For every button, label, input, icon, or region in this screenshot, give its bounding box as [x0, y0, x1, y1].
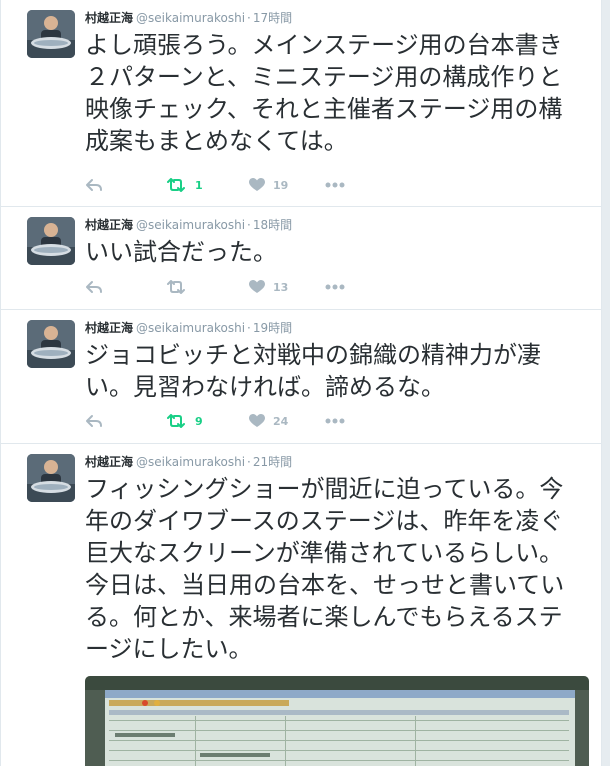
- heart-icon: [249, 280, 265, 293]
- tweet-actions: 1 19: [85, 175, 385, 195]
- like-count: 19: [273, 178, 289, 192]
- author-handle[interactable]: @seikaimurakoshi: [136, 11, 245, 25]
- tweet-photo[interactable]: [85, 676, 589, 766]
- tweet-time[interactable]: 17時間: [253, 11, 292, 25]
- like-count: 13: [273, 280, 289, 294]
- tweet[interactable]: 村越正海 @seikaimurakoshi · 21時間 フィッシングショーが間近に迫…: [1, 444, 601, 766]
- reply-button[interactable]: [85, 411, 103, 431]
- time-separator: ·: [247, 455, 251, 469]
- reply-icon: [86, 281, 102, 293]
- time-separator: ·: [247, 11, 251, 25]
- retweet-button[interactable]: [165, 277, 187, 297]
- author-name[interactable]: 村越正海: [85, 455, 133, 469]
- tweet-text: よし頑張ろう。メインステージ用の台本書き２パターンと、ミニステージ用の構成作りと…: [85, 31, 563, 155]
- tweet-content: 村越正海 @seikaimurakoshi · 19時間 ジョコビッチと対戦中の錦織の…: [85, 319, 583, 403]
- tweet-header: 村越正海 @seikaimurakoshi · 18時間: [85, 216, 583, 234]
- tweet-time[interactable]: 21時間: [253, 455, 292, 469]
- author-handle[interactable]: @seikaimurakoshi: [136, 321, 245, 335]
- more-icon: [325, 418, 345, 424]
- retweet-button[interactable]: 1: [165, 175, 203, 195]
- tweet-text: フィッシングショーが間近に迫っている。今年のダイワブースのステージは、昨年を凌ぐ…: [85, 475, 565, 663]
- reply-icon: [86, 179, 102, 191]
- time-separator: ·: [247, 321, 251, 335]
- tweet-header: 村越正海 @seikaimurakoshi · 19時間: [85, 319, 583, 337]
- tweet-actions: 13: [85, 277, 385, 297]
- like-count: 24: [273, 414, 289, 428]
- more-button[interactable]: [325, 277, 345, 297]
- author-name[interactable]: 村越正海: [85, 218, 133, 232]
- tweet-content: 村越正海 @seikaimurakoshi · 17時間 よし頑張ろう。メインステージ…: [85, 9, 583, 157]
- avatar[interactable]: [27, 10, 75, 58]
- tweet[interactable]: 村越正海 @seikaimurakoshi · 17時間 よし頑張ろう。メインステージ…: [1, 0, 601, 207]
- time-separator: ·: [247, 218, 251, 232]
- tweet-content: 村越正海 @seikaimurakoshi · 21時間 フィッシングショーが間近に迫…: [85, 453, 583, 665]
- retweet-button[interactable]: 9: [165, 411, 203, 431]
- avatar[interactable]: [27, 454, 75, 502]
- heart-icon: [249, 414, 265, 427]
- reply-button[interactable]: [85, 175, 103, 195]
- reply-icon: [86, 415, 102, 427]
- tweet-content: 村越正海 @seikaimurakoshi · 18時間 いい試合だった。: [85, 216, 583, 268]
- reply-button[interactable]: [85, 277, 103, 297]
- tweet-header: 村越正海 @seikaimurakoshi · 21時間: [85, 453, 583, 471]
- tweet-text: いい試合だった。: [85, 238, 277, 266]
- author-handle[interactable]: @seikaimurakoshi: [136, 455, 245, 469]
- retweet-count: 9: [195, 414, 203, 428]
- like-button[interactable]: 19: [249, 175, 288, 195]
- retweet-count: 1: [195, 178, 203, 192]
- tweet[interactable]: 村越正海 @seikaimurakoshi · 18時間 いい試合だった。 13: [1, 207, 601, 310]
- more-icon: [325, 284, 345, 290]
- author-name[interactable]: 村越正海: [85, 321, 133, 335]
- retweet-icon: [167, 178, 185, 192]
- more-button[interactable]: [325, 175, 345, 195]
- tweet-text: ジョコビッチと対戦中の錦織の精神力が凄い。見習わなければ。諦めるな。: [85, 341, 541, 401]
- like-button[interactable]: 24: [249, 411, 288, 431]
- heart-icon: [249, 178, 265, 191]
- avatar[interactable]: [27, 217, 75, 265]
- tweet-actions: 9 24: [85, 411, 385, 431]
- author-handle[interactable]: @seikaimurakoshi: [136, 218, 245, 232]
- like-button[interactable]: 13: [249, 277, 288, 297]
- more-icon: [325, 182, 345, 188]
- more-button[interactable]: [325, 411, 345, 431]
- timeline: 村越正海 @seikaimurakoshi · 17時間 よし頑張ろう。メインステージ…: [0, 0, 602, 766]
- tweet[interactable]: 村越正海 @seikaimurakoshi · 19時間 ジョコビッチと対戦中の錦織の…: [1, 310, 601, 444]
- tweet-time[interactable]: 19時間: [253, 321, 292, 335]
- avatar[interactable]: [27, 320, 75, 368]
- author-name[interactable]: 村越正海: [85, 11, 133, 25]
- retweet-icon: [167, 280, 185, 294]
- tweet-time[interactable]: 18時間: [253, 218, 292, 232]
- retweet-icon: [167, 414, 185, 428]
- tweet-header: 村越正海 @seikaimurakoshi · 17時間: [85, 9, 583, 27]
